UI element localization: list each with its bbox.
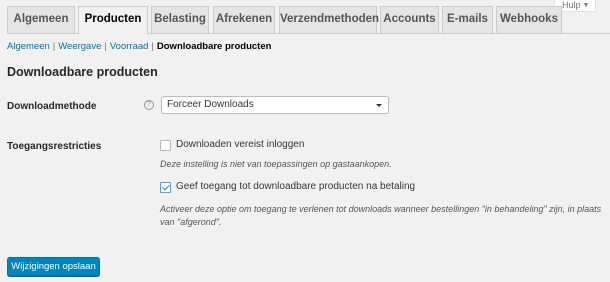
subnav-separator: | [151,41,154,52]
caret-down-icon [376,104,382,107]
require-login-checkbox[interactable] [160,140,171,151]
require-login-description: Deze instelling is niet van toepassingen… [160,159,392,169]
subnav-algemeen[interactable]: Algemeen [7,41,50,52]
subnav-separator: | [52,41,56,52]
require-login-label[interactable]: Downloaden vereist inloggen [176,139,304,150]
subnav-current: Downloadbare producten [156,41,272,52]
download-method-label: Downloadmethode [7,101,97,112]
subnav-separator: | [104,41,107,52]
tab-algemeen[interactable]: Algemeen [7,6,75,33]
sub-navigation: Algemeen | Weergave | Voorraad | Downloadbare … [7,41,271,52]
download-method-value: Forceer Downloads [167,99,254,110]
subnav-voorraad[interactable]: Voorraad [110,41,149,52]
subnav-weergave[interactable]: Weergave [58,41,101,52]
tab-verzendmethoden[interactable]: Verzendmethoden [279,6,379,33]
help-icon[interactable]: ? [144,100,154,110]
section-title: Downloadbare producten [7,65,158,79]
tab-e-mails[interactable]: E-mails [442,6,493,33]
save-changes-button[interactable]: Wijzigingen opslaan [7,257,100,276]
grant-access-label[interactable]: Geef toegang tot downloadbare producten … [176,181,415,192]
tab-accounts[interactable]: Accounts [380,6,439,33]
tab-producten[interactable]: Producten [78,6,148,34]
grant-access-description: Activeer deze optie om toegang te verlen… [160,204,602,227]
tab-belasting[interactable]: Belasting [151,6,209,33]
tab-afrekenen[interactable]: Afrekenen [213,6,275,33]
tab-webhooks[interactable]: Webhooks [496,6,562,33]
access-restrictions-label: Toegangsrestricties [7,141,102,152]
download-method-select[interactable]: Forceer Downloads [161,96,389,114]
grant-access-checkbox[interactable] [160,182,171,193]
settings-tabs: Algemeen Producten Belasting Afrekenen V… [7,6,610,34]
